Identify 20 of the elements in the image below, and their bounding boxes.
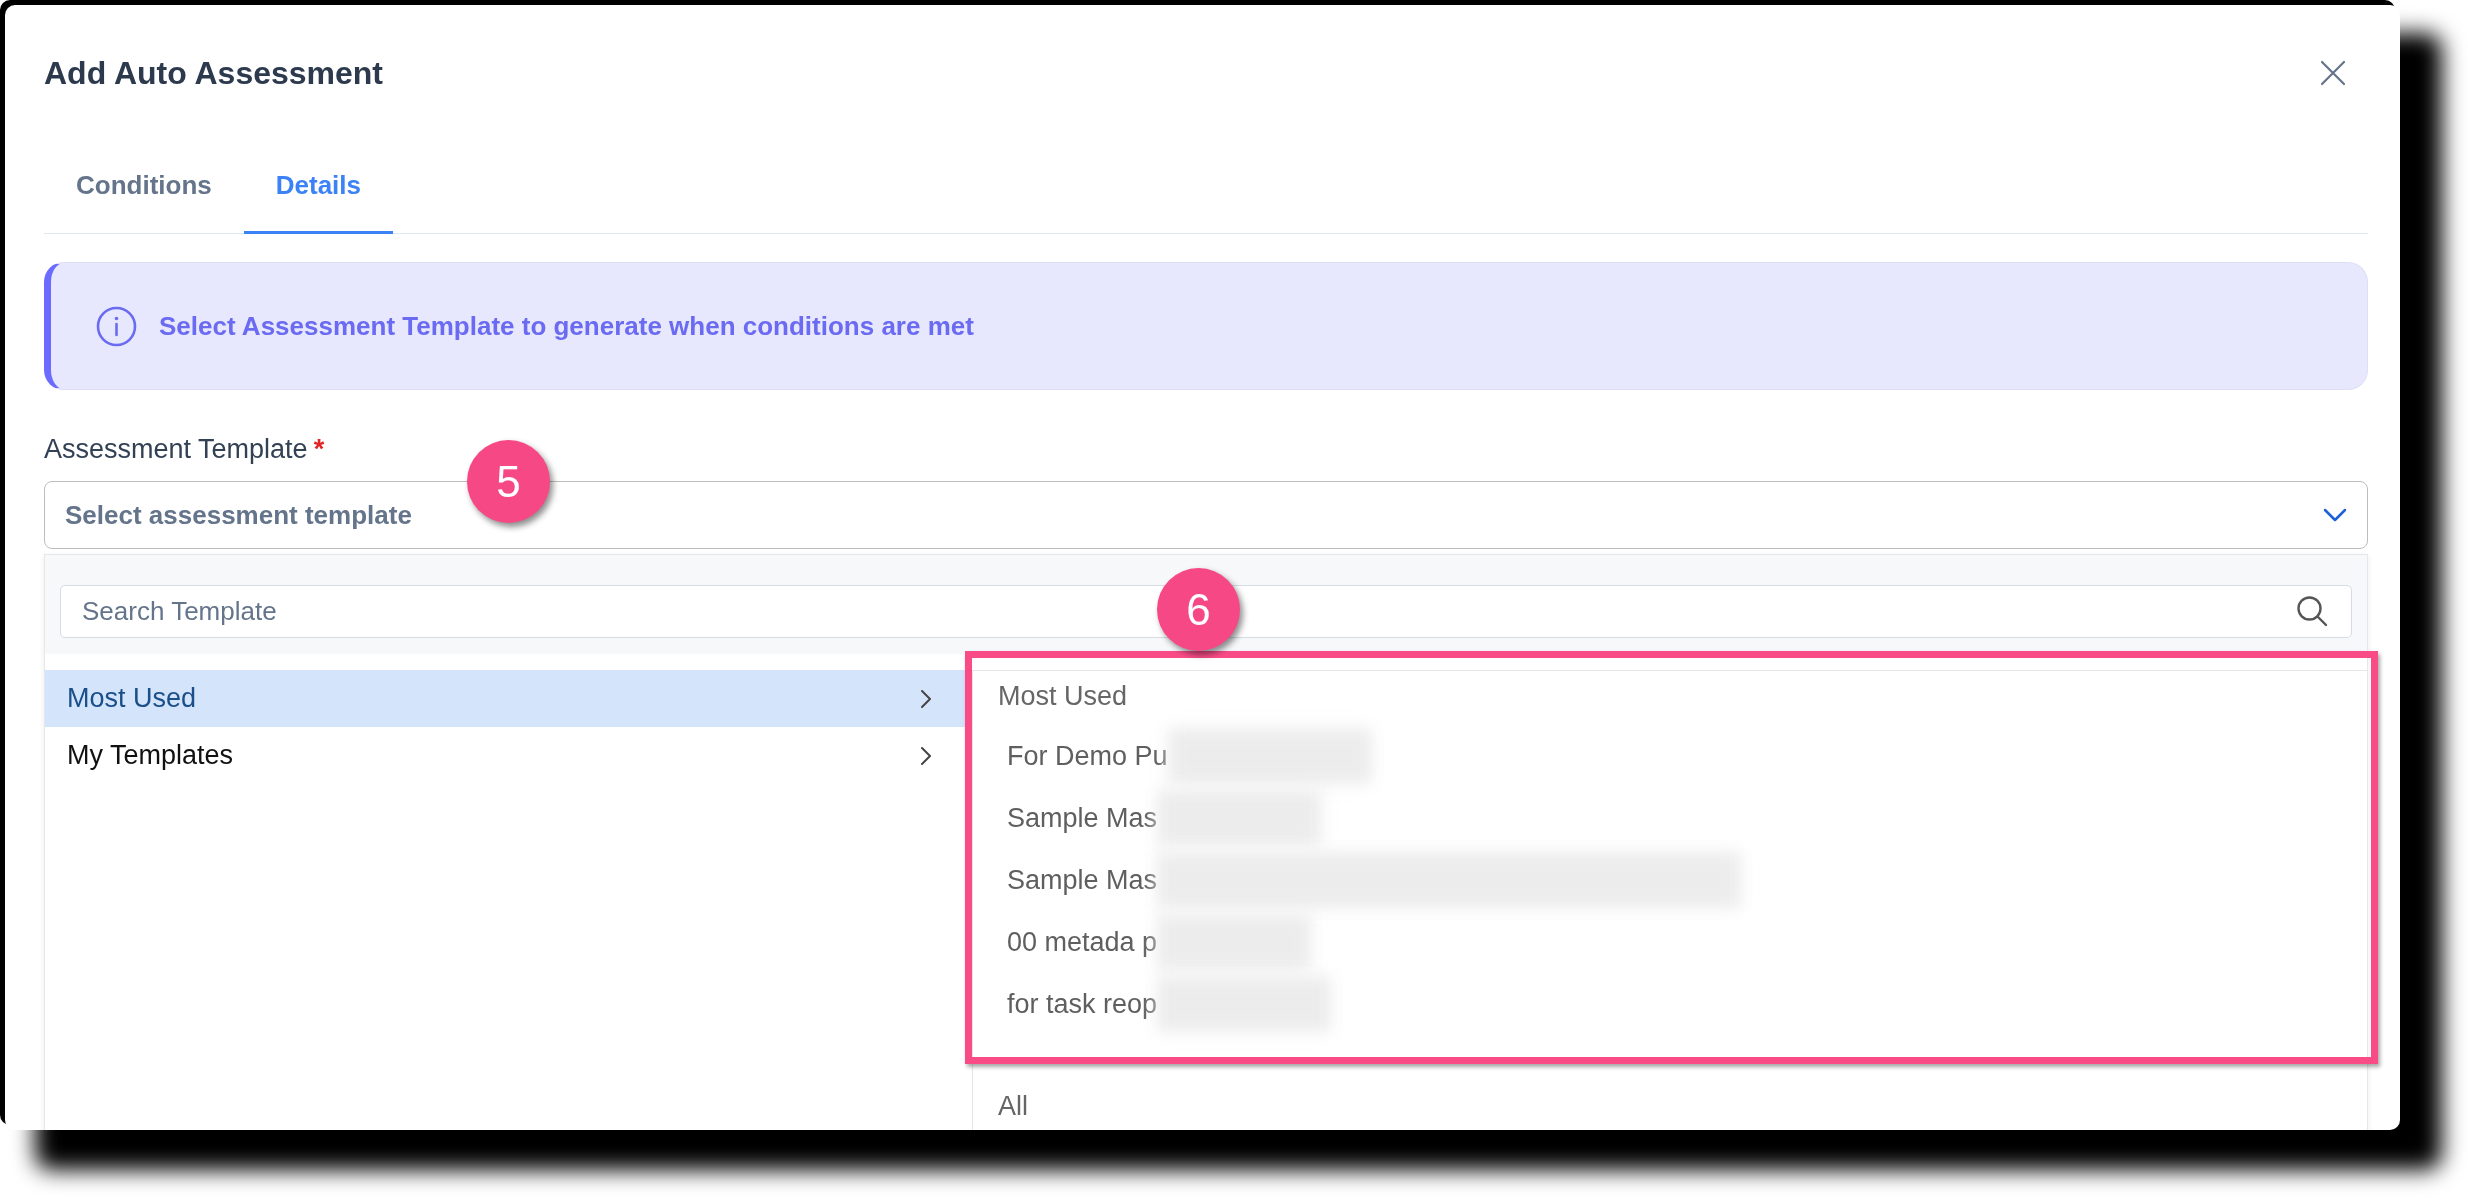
field-label: Assessment Template bbox=[44, 433, 308, 466]
template-option[interactable]: Sample Mas bbox=[1007, 797, 1158, 839]
chevron-right-icon bbox=[920, 688, 932, 709]
chevron-down-icon bbox=[2323, 508, 2347, 522]
close-button[interactable] bbox=[2320, 60, 2346, 86]
group-heading: Most Used bbox=[997, 679, 1129, 713]
chevron-right-icon bbox=[920, 745, 932, 766]
info-message: Select Assessment Template to generate when conditions are met bbox=[159, 309, 974, 343]
dialog-title: Add Auto Assessment bbox=[44, 54, 383, 93]
tab[interactable]: Details bbox=[243, 140, 394, 234]
template-option[interactable]: for task reop bbox=[1007, 983, 1158, 1025]
tab[interactable]: Conditions bbox=[44, 140, 244, 234]
required-mark: * bbox=[313, 433, 325, 466]
template-option[interactable]: 00 metada p bbox=[1007, 921, 1158, 963]
close-icon bbox=[2320, 60, 2346, 86]
group-heading: All bbox=[997, 1089, 1029, 1123]
search-icon bbox=[2296, 595, 2328, 627]
template-option[interactable]: Sample Mas bbox=[1007, 859, 1158, 901]
info-icon bbox=[96, 305, 137, 347]
template-option[interactable]: For Demo Pu bbox=[1007, 735, 1168, 777]
